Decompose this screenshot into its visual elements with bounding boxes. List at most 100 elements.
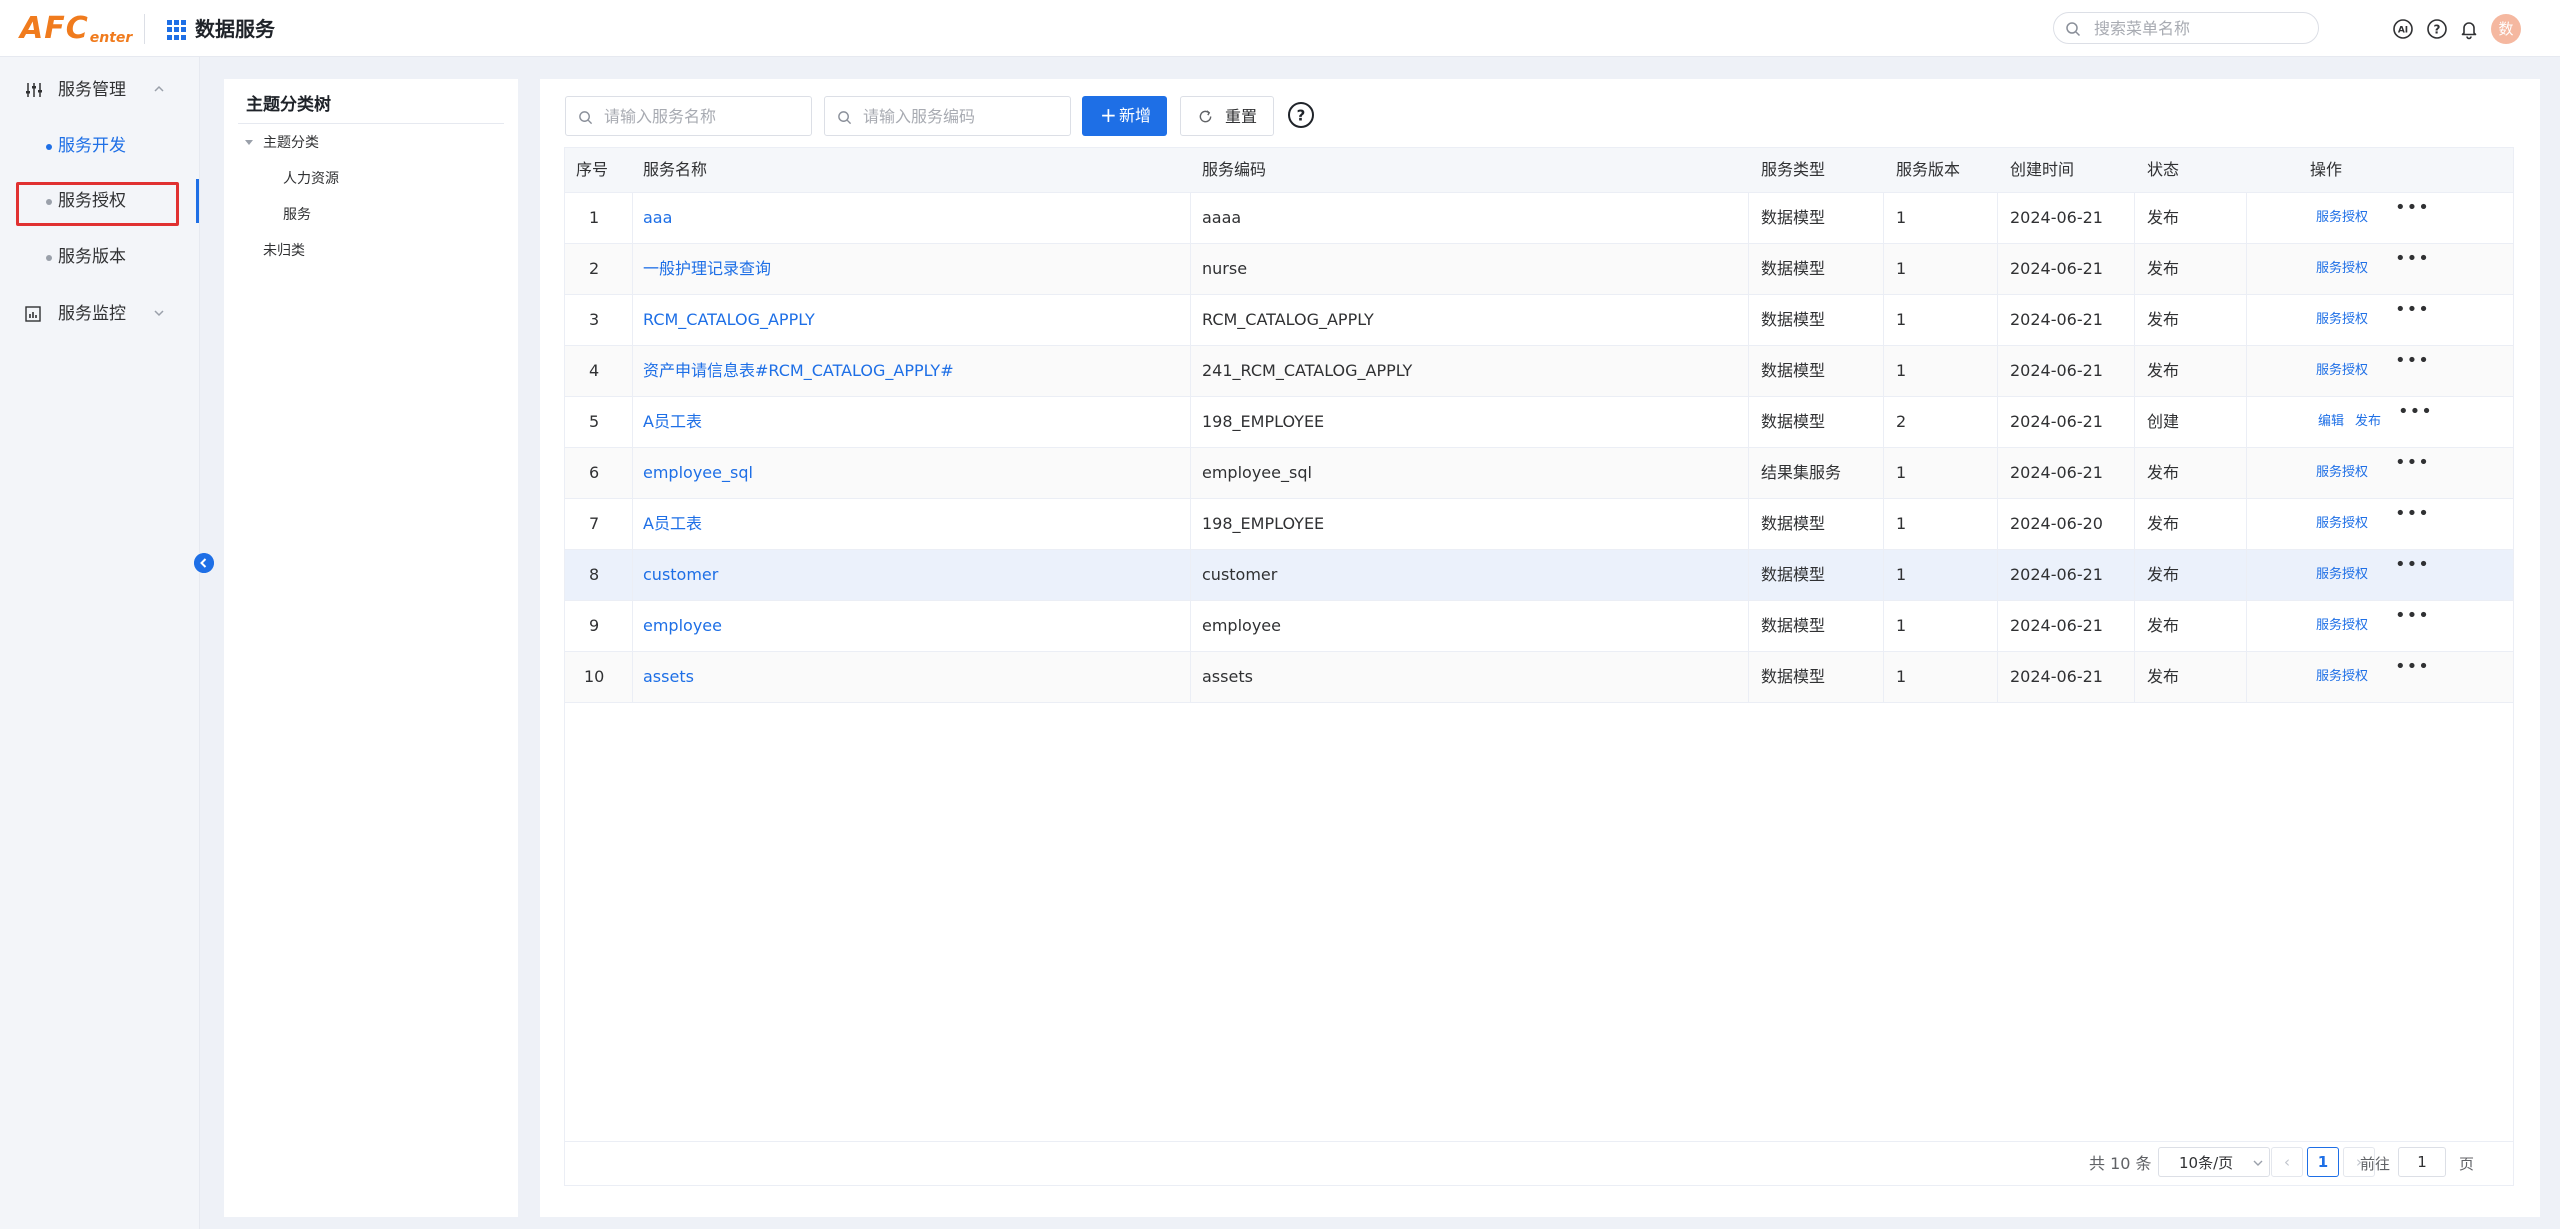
header-divider xyxy=(144,14,145,44)
tree-node-hr[interactable]: 人力资源 xyxy=(283,169,339,189)
column-divider xyxy=(1997,550,1998,600)
authorize-link[interactable]: 服务授权 xyxy=(2316,311,2368,329)
cell-name[interactable]: customer xyxy=(643,550,718,600)
page-size-select[interactable]: 10条/页 xyxy=(2158,1147,2270,1177)
cell-created: 2024-06-21 xyxy=(2010,463,2103,482)
cell-name[interactable]: employee xyxy=(643,601,722,651)
more-actions-icon[interactable]: ••• xyxy=(2395,454,2430,472)
publish-link[interactable]: 发布 xyxy=(2355,413,2381,431)
bell-icon[interactable] xyxy=(2458,18,2480,40)
table-row[interactable]: 2 一般护理记录查询 nurse 数据模型 1 2024-06-21 发布 服务授权 ••• xyxy=(565,244,2513,295)
table-row[interactable]: 7 A员工表 198_EMPLOYEE 数据模型 1 2024-06-20 发布 服务授权 ••… xyxy=(565,499,2513,550)
more-actions-icon[interactable]: ••• xyxy=(2395,199,2430,217)
table-row[interactable]: 10 assets assets 数据模型 1 2024-06-21 发布 服务授权 ••• xyxy=(565,652,2513,703)
cell-created: 2024-06-20 xyxy=(2010,514,2103,533)
ai-icon[interactable]: AI xyxy=(2392,18,2414,40)
table-row[interactable]: 6 employee_sql employee_sql 结果集服务 1 2024-06-2… xyxy=(565,448,2513,499)
column-divider xyxy=(1997,397,1998,447)
more-actions-icon[interactable]: ••• xyxy=(2395,658,2430,676)
more-actions-icon[interactable]: ••• xyxy=(2398,403,2433,421)
column-divider xyxy=(2246,601,2247,651)
column-divider xyxy=(1190,346,1191,396)
cell-name[interactable]: 一般护理记录查询 xyxy=(643,244,771,294)
more-actions-icon[interactable]: ••• xyxy=(2395,352,2430,370)
cell-status: 发布 xyxy=(2147,616,2180,635)
cell-code: employee xyxy=(1202,616,1281,635)
column-divider xyxy=(632,499,633,549)
table-row[interactable]: 5 A员工表 198_EMPLOYEE 数据模型 2 2024-06-21 创建 编辑 发布 ••… xyxy=(565,397,2513,448)
authorize-link[interactable]: 服务授权 xyxy=(2316,515,2368,533)
table-row[interactable]: 1 aaa aaaa 数据模型 1 2024-06-21 发布 服务授权 ••• xyxy=(565,193,2513,244)
cell-created: 2024-06-21 xyxy=(2010,565,2103,584)
service-code-input[interactable]: 请输入服务编码 xyxy=(824,96,1071,136)
cell-status: 发布 xyxy=(2147,565,2180,584)
authorize-link[interactable]: 服务授权 xyxy=(2316,209,2368,227)
page-number[interactable]: 1 xyxy=(2307,1147,2339,1177)
help-circle-icon[interactable]: ? xyxy=(1287,101,1315,129)
authorize-link[interactable]: 服务授权 xyxy=(2316,617,2368,635)
tree-node-service[interactable]: 服务 xyxy=(283,205,311,225)
cell-name[interactable]: A员工表 xyxy=(643,397,702,447)
tree-node-subject-category[interactable]: 主题分类 xyxy=(263,133,319,153)
column-divider xyxy=(2134,397,2135,447)
authorize-link[interactable]: 服务授权 xyxy=(2316,464,2368,482)
cell-type: 数据模型 xyxy=(1761,208,1826,227)
page-size-value: 10条/页 xyxy=(2179,1154,2234,1172)
menu-search-input[interactable]: 搜索菜单名称 xyxy=(2053,12,2319,44)
sidebar-item-service-dev[interactable]: 服务开发 xyxy=(18,127,198,165)
logo[interactable]: AFC enter xyxy=(20,10,132,47)
cell-no: 5 xyxy=(589,412,600,431)
column-divider xyxy=(1748,550,1749,600)
add-button[interactable]: + 新增 xyxy=(1082,96,1167,136)
authorize-link[interactable]: 服务授权 xyxy=(2316,260,2368,278)
tree-node-uncategorized[interactable]: 未归类 xyxy=(263,241,305,261)
cell-name[interactable]: aaa xyxy=(643,193,672,243)
table-row[interactable]: 3 RCM_CATALOG_APPLY RCM_CATALOG_APPLY 数据模型 1… xyxy=(565,295,2513,346)
table-row[interactable]: 4 资产申请信息表#RCM_CATALOG_APPLY# 241_RCM_CATAL… xyxy=(565,346,2513,397)
authorize-link[interactable]: 服务授权 xyxy=(2316,362,2368,380)
table-row[interactable]: 8 customer customer 数据模型 1 2024-06-21 发布 服务授权 ••… xyxy=(565,550,2513,601)
sidebar-item-service-version[interactable]: 服务版本 xyxy=(18,238,198,276)
column-divider xyxy=(1190,193,1191,243)
service-name-input[interactable]: 请输入服务名称 xyxy=(565,96,812,136)
table-row[interactable]: 9 employee employee 数据模型 1 2024-06-21 发布 服务授权 ••… xyxy=(565,601,2513,652)
cell-code: assets xyxy=(1202,667,1253,686)
cell-status: 创建 xyxy=(2147,412,2180,431)
more-actions-icon[interactable]: ••• xyxy=(2395,250,2430,268)
cell-name[interactable]: RCM_CATALOG_APPLY xyxy=(643,295,815,345)
user-avatar[interactable]: 数 xyxy=(2491,14,2521,44)
cell-name[interactable]: assets xyxy=(643,652,694,702)
more-actions-icon[interactable]: ••• xyxy=(2395,505,2430,523)
cell-code: employee_sql xyxy=(1202,463,1312,482)
cell-status: 发布 xyxy=(2147,259,2180,278)
cell-name[interactable]: A员工表 xyxy=(643,499,702,549)
column-divider xyxy=(2134,652,2135,702)
menu-group-label: 服务监控 xyxy=(58,304,126,324)
help-icon[interactable]: ? xyxy=(2426,18,2448,40)
more-actions-icon[interactable]: ••• xyxy=(2395,301,2430,319)
authorize-link[interactable]: 服务授权 xyxy=(2316,566,2368,584)
more-actions-icon[interactable]: ••• xyxy=(2395,556,2430,574)
cell-name[interactable]: employee_sql xyxy=(643,448,753,498)
menu-group-service-management[interactable]: 服务管理 xyxy=(0,70,200,110)
cell-no: 4 xyxy=(589,361,600,380)
reset-button[interactable]: 重置 xyxy=(1180,96,1274,136)
column-divider xyxy=(632,295,633,345)
sidebar-item-service-auth[interactable]: 服务授权 xyxy=(18,182,198,220)
menu-group-service-monitor[interactable]: 服务监控 xyxy=(0,294,200,334)
authorize-link[interactable]: 服务授权 xyxy=(2316,668,2368,686)
goto-page-input[interactable]: 1 xyxy=(2398,1147,2446,1177)
column-divider xyxy=(632,397,633,447)
column-divider xyxy=(1748,193,1749,243)
app-grid-icon[interactable] xyxy=(167,20,187,40)
prev-page-button[interactable]: ‹ xyxy=(2271,1147,2303,1177)
cell-type: 数据模型 xyxy=(1761,361,1826,380)
tree-divider xyxy=(238,123,504,124)
cell-name[interactable]: 资产申请信息表#RCM_CATALOG_APPLY# xyxy=(643,346,954,396)
column-divider xyxy=(1997,295,1998,345)
column-divider xyxy=(1748,652,1749,702)
edit-link[interactable]: 编辑 xyxy=(2318,413,2344,431)
caret-down-icon[interactable] xyxy=(244,137,254,147)
collapse-sidebar-icon[interactable] xyxy=(194,553,214,573)
more-actions-icon[interactable]: ••• xyxy=(2395,607,2430,625)
